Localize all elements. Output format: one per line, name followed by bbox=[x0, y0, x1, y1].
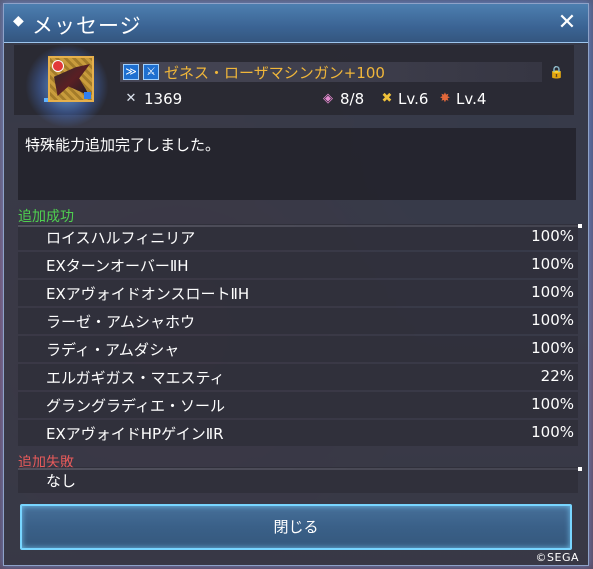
ability-row: EXアヴォイドHPゲインⅡR 100% bbox=[18, 420, 578, 446]
element-badge-icon bbox=[84, 92, 91, 99]
close-icon[interactable]: ✕ bbox=[554, 10, 580, 36]
attack-icon: ✕ bbox=[125, 91, 137, 106]
failure-item: なし bbox=[46, 472, 77, 490]
dialog-title: メッセージ bbox=[32, 14, 142, 38]
ability-rate: 100% bbox=[531, 339, 574, 357]
ability-row: EXターンオーバーⅡH 100% bbox=[18, 252, 578, 278]
sega-copyright-logo: ©SEGA bbox=[535, 551, 579, 564]
potential-level: Lv.6 bbox=[398, 90, 429, 108]
diamond-icon: ◆ bbox=[13, 13, 24, 29]
message-text: 特殊能力追加完了しました。 bbox=[25, 136, 221, 154]
potential-icon: ✖ bbox=[381, 91, 393, 106]
weapon-type-icon: ⚔ bbox=[143, 64, 159, 80]
ability-row: グラングラディエ・ソール 100% bbox=[18, 392, 578, 418]
slot-icon: ◈ bbox=[323, 91, 333, 106]
item-name: ゼネス・ローザマシンガン+100 bbox=[164, 64, 385, 82]
indicator-dot bbox=[44, 98, 48, 102]
ability-name: EXアヴォイドオンスロートⅡH bbox=[46, 285, 250, 303]
lock-icon: 🔒 bbox=[549, 65, 564, 79]
ability-name: エルガギガス・マエスティ bbox=[46, 369, 225, 387]
ability-rate: 100% bbox=[531, 395, 574, 413]
ability-row: EXアヴォイドオンスロートⅡH 100% bbox=[18, 280, 578, 306]
ability-rate: 100% bbox=[531, 227, 574, 245]
ability-name: EXアヴォイドHPゲインⅡR bbox=[46, 425, 224, 443]
ability-name: EXターンオーバーⅡH bbox=[46, 257, 189, 275]
grind-level: Lv.4 bbox=[456, 90, 487, 108]
ability-rate: 22% bbox=[540, 367, 574, 385]
attack-value: 1369 bbox=[144, 90, 183, 108]
close-button[interactable]: 閉じる bbox=[20, 504, 572, 550]
ability-rate: 100% bbox=[531, 423, 574, 441]
ability-row: エルガギガス・マエスティ 22% bbox=[18, 364, 578, 390]
ability-rate: 100% bbox=[531, 283, 574, 301]
grind-icon: ✸ bbox=[439, 91, 451, 106]
dialog-titlebar: ◆ メッセージ ✕ bbox=[4, 4, 588, 43]
ability-rate: 100% bbox=[531, 311, 574, 329]
ability-row: ラーゼ・アムシャホウ 100% bbox=[18, 308, 578, 334]
ability-rate: 100% bbox=[531, 255, 574, 273]
failure-row: なし bbox=[18, 467, 578, 493]
ability-name: ラディ・アムダシャ bbox=[46, 341, 180, 359]
ability-name: グラングラディエ・ソール bbox=[46, 397, 225, 415]
ability-name: ラーゼ・アムシャホウ bbox=[46, 313, 195, 331]
rarity-mark-icon bbox=[52, 60, 64, 72]
ability-name: ロイスハルフィニリア bbox=[46, 229, 196, 247]
slot-value: 8/8 bbox=[340, 90, 365, 108]
weapon-category-icon: ≫ bbox=[123, 64, 139, 80]
ability-row: ラディ・アムダシャ 100% bbox=[18, 336, 578, 362]
weapon-icon bbox=[48, 56, 94, 102]
success-label: 追加成功 bbox=[18, 209, 74, 225]
ability-row: ロイスハルフィニリア 100% bbox=[18, 224, 578, 250]
